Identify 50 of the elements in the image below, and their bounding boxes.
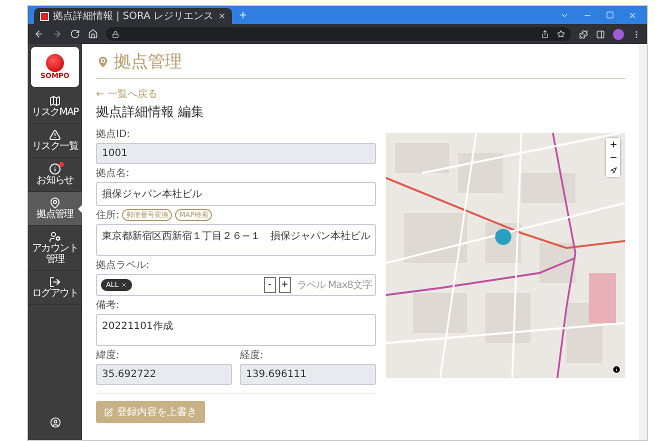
input-field[interactable]: 損保ジャパン本社ビル bbox=[96, 182, 376, 206]
browser-tab[interactable]: 拠点詳細情報 | SORA レジリエンス bbox=[34, 8, 232, 24]
account-icon bbox=[49, 231, 61, 243]
side-panel-icon[interactable] bbox=[596, 30, 605, 38]
field-label: 拠点名: bbox=[96, 166, 130, 180]
section-heading: 拠点詳細情報 編集 bbox=[96, 104, 206, 121]
user-icon[interactable] bbox=[50, 417, 60, 428]
back-icon[interactable] bbox=[34, 29, 44, 39]
input-field[interactable]: 35.692722 bbox=[96, 364, 232, 385]
extensions-icon[interactable] bbox=[579, 30, 588, 38]
input-field[interactable]: 1001 bbox=[96, 143, 376, 164]
bookmark-star-icon[interactable] bbox=[557, 30, 565, 38]
compass-icon bbox=[610, 167, 616, 174]
close-tab-icon[interactable] bbox=[218, 12, 226, 20]
field-label: 拠点ID: bbox=[96, 128, 130, 141]
reload-icon[interactable] bbox=[70, 29, 80, 39]
tab-title: 拠点詳細情報 | SORA レジリエンス bbox=[53, 10, 214, 23]
textarea-field[interactable]: 東京都新宿区西新宿１丁目２６−１ 損保ジャパン本社ビル bbox=[96, 224, 376, 256]
input-field[interactable]: 139.696111 bbox=[240, 364, 376, 385]
compass-button[interactable] bbox=[606, 164, 620, 177]
label-step-button[interactable]: + bbox=[278, 277, 291, 293]
plus-icon bbox=[608, 140, 618, 149]
pin-icon bbox=[49, 197, 61, 209]
field-label: 拠点ラベル: bbox=[96, 258, 150, 272]
lock-icon bbox=[112, 30, 119, 38]
map-icon bbox=[49, 95, 61, 107]
close-icon[interactable] bbox=[628, 10, 637, 20]
textarea-field[interactable]: 20221101作成 bbox=[96, 314, 376, 346]
favicon-icon bbox=[40, 12, 49, 20]
home-icon[interactable] bbox=[88, 29, 98, 39]
pin-icon bbox=[96, 54, 110, 68]
field-label: 緯度: bbox=[96, 348, 120, 362]
remove-tag-icon[interactable] bbox=[120, 282, 127, 288]
label-step-button[interactable]: - bbox=[264, 277, 276, 293]
sidebar-item[interactable]: 拠点管理 bbox=[28, 192, 82, 226]
label-placeholder: ラベル Max8文字 bbox=[296, 278, 373, 292]
field-label: 経度: bbox=[240, 348, 264, 362]
new-tab-icon[interactable] bbox=[238, 10, 248, 20]
scrollbar[interactable] bbox=[639, 44, 647, 440]
edit-icon bbox=[104, 408, 113, 416]
zoom-in-button[interactable] bbox=[606, 138, 620, 151]
info-icon bbox=[49, 163, 61, 175]
share-icon[interactable] bbox=[541, 30, 549, 38]
forward-icon[interactable] bbox=[52, 29, 62, 39]
field-label: 住所: bbox=[96, 208, 120, 222]
page-title: 拠点管理 bbox=[114, 51, 182, 73]
field-label: 備考: bbox=[96, 298, 120, 312]
logout-icon bbox=[49, 276, 61, 288]
alert-icon bbox=[49, 129, 61, 141]
profile-avatar[interactable] bbox=[613, 28, 624, 40]
